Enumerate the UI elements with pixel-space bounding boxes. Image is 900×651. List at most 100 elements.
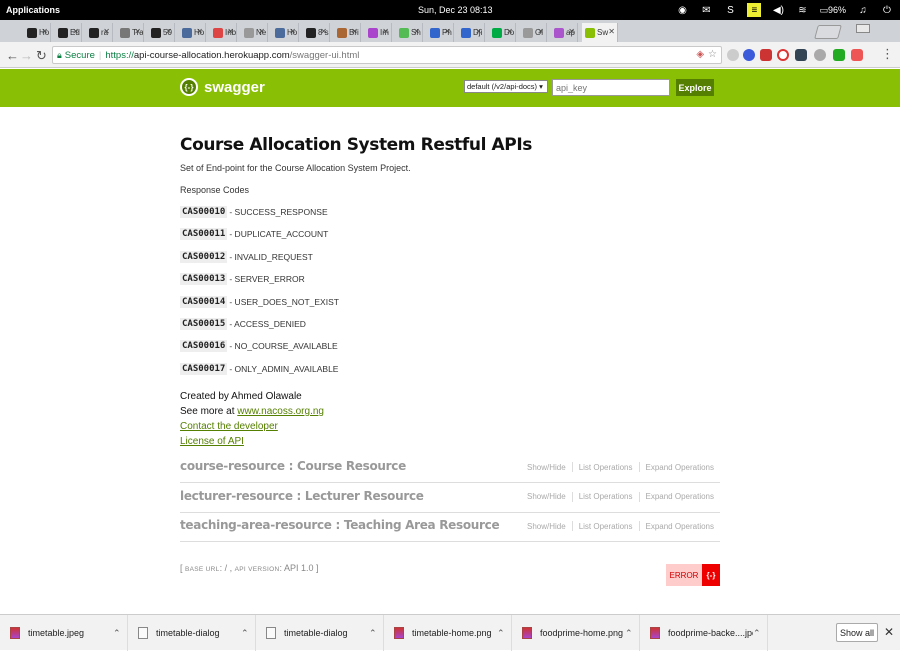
close-tab-icon[interactable]: ✕ bbox=[258, 27, 265, 36]
download-item[interactable]: timetable-home.png ⌃ bbox=[384, 615, 512, 651]
show-hide-link[interactable]: Show/Hide bbox=[527, 522, 566, 531]
browser-tab[interactable]: Bri ✕ bbox=[334, 23, 361, 42]
skype-tray-icon[interactable]: S bbox=[723, 3, 737, 17]
notifications-icon[interactable]: ♫ bbox=[856, 3, 870, 17]
system-clock[interactable]: Sun, Dec 23 08:13 bbox=[418, 5, 493, 15]
close-tab-icon[interactable]: ✕ bbox=[289, 27, 296, 36]
extension-icon[interactable] bbox=[851, 49, 863, 61]
chevron-up-icon[interactable]: ⌃ bbox=[369, 628, 383, 639]
close-tab-icon[interactable]: ✕ bbox=[165, 27, 172, 36]
download-item[interactable]: foodprime-backe....jpeg ⌃ bbox=[640, 615, 768, 651]
browser-tab[interactable]: Sw ✕ bbox=[582, 23, 618, 42]
chat-tray-icon[interactable]: ✉ bbox=[699, 3, 713, 17]
list-operations-link[interactable]: List Operations bbox=[579, 463, 633, 472]
browser-tab[interactable]: ap ✕ bbox=[551, 23, 578, 42]
extension-icon[interactable] bbox=[760, 49, 772, 61]
download-item[interactable]: foodprime-home.png ⌃ bbox=[512, 615, 640, 651]
show-all-downloads-button[interactable]: Show all bbox=[836, 623, 878, 642]
close-tab-icon[interactable]: ✕ bbox=[41, 27, 48, 36]
resource-name[interactable]: teaching-area-resource : Teaching Area R… bbox=[180, 518, 500, 532]
close-shelf-icon[interactable]: ✕ bbox=[884, 625, 894, 639]
close-tab-icon[interactable]: ✕ bbox=[103, 27, 110, 36]
battery-indicator[interactable]: ▭ 96% bbox=[819, 3, 846, 17]
close-tab-icon[interactable]: ✕ bbox=[568, 27, 575, 36]
profile-button[interactable] bbox=[856, 24, 870, 33]
browser-tab[interactable]: Tra ✕ bbox=[117, 23, 144, 42]
browser-tab[interactable]: Inb ✕ bbox=[210, 23, 237, 42]
power-icon[interactable]: ⏻ bbox=[880, 3, 894, 17]
browser-tab[interactable]: Im ✕ bbox=[365, 23, 392, 42]
chevron-up-icon[interactable]: ⌃ bbox=[241, 628, 255, 639]
download-extension-icon[interactable] bbox=[833, 49, 845, 61]
show-hide-link[interactable]: Show/Hide bbox=[527, 463, 566, 472]
close-tab-icon[interactable]: ✕ bbox=[320, 27, 327, 36]
applications-menu[interactable]: Applications bbox=[6, 5, 60, 15]
extension-shield-icon[interactable]: ◈ bbox=[696, 49, 704, 60]
notes-tray-icon[interactable]: ≡ bbox=[747, 3, 762, 17]
browser-tab[interactable]: 50 ✕ bbox=[148, 23, 175, 42]
close-tab-icon[interactable]: ✕ bbox=[134, 27, 141, 36]
chevron-up-icon[interactable]: ⌃ bbox=[625, 628, 639, 639]
browser-tab[interactable]: Do ✕ bbox=[489, 23, 516, 42]
wifi-icon[interactable]: ≋ bbox=[795, 3, 809, 17]
back-arrow-icon[interactable]: ← bbox=[6, 48, 19, 63]
close-tab-icon[interactable]: ✕ bbox=[382, 27, 389, 36]
close-tab-icon[interactable]: ✕ bbox=[351, 27, 358, 36]
download-item[interactable]: timetable-dialog ⌃ bbox=[256, 615, 384, 651]
browser-tab[interactable]: 8 s ✕ bbox=[303, 23, 330, 42]
browser-tab[interactable]: Ho ✕ bbox=[272, 23, 299, 42]
chrome-menu-icon[interactable]: ⋮ bbox=[881, 46, 894, 62]
new-tab-button[interactable] bbox=[814, 25, 842, 39]
list-operations-link[interactable]: List Operations bbox=[579, 492, 633, 501]
extension-icon[interactable] bbox=[727, 49, 739, 61]
resource-name[interactable]: lecturer-resource : Lecturer Resource bbox=[180, 489, 424, 503]
extension-icon[interactable] bbox=[743, 49, 755, 61]
download-item[interactable]: timetable.jpeg ⌃ bbox=[0, 615, 128, 651]
close-tab-icon[interactable]: ✕ bbox=[72, 27, 79, 36]
extension-icon[interactable] bbox=[795, 49, 807, 61]
expand-operations-link[interactable]: Expand Operations bbox=[646, 522, 715, 531]
chevron-up-icon[interactable]: ⌃ bbox=[753, 628, 767, 639]
validator-error-badge[interactable]: ERROR {-} bbox=[666, 564, 720, 586]
chrome-tray-icon[interactable]: ◉ bbox=[675, 3, 689, 17]
extension-icon[interactable] bbox=[814, 49, 826, 61]
browser-tab[interactable]: Ho ✕ bbox=[179, 23, 206, 42]
browser-tab[interactable]: Sh ✕ bbox=[396, 23, 423, 42]
browser-tab[interactable]: ra ✕ bbox=[86, 23, 113, 42]
browser-tab[interactable]: Dji ✕ bbox=[458, 23, 485, 42]
address-bar[interactable]: 🔒︎ Secure | https:// api-course-allocati… bbox=[52, 46, 722, 64]
swagger-logo[interactable]: {-} swagger bbox=[180, 78, 265, 96]
browser-tab[interactable]: Ed ✕ bbox=[55, 23, 82, 42]
close-tab-icon[interactable]: ✕ bbox=[506, 27, 513, 36]
chevron-up-icon[interactable]: ⌃ bbox=[113, 628, 127, 639]
close-tab-icon[interactable]: ✕ bbox=[227, 27, 234, 36]
resource-name[interactable]: course-resource : Course Resource bbox=[180, 459, 406, 473]
chevron-up-icon[interactable]: ⌃ bbox=[497, 628, 511, 639]
close-tab-icon[interactable]: ✕ bbox=[537, 27, 544, 36]
list-operations-link[interactable]: List Operations bbox=[579, 522, 633, 531]
contact-developer-link[interactable]: Contact the developer bbox=[180, 421, 278, 432]
browser-tab[interactable]: Ho ✕ bbox=[24, 23, 51, 42]
api-spec-select[interactable]: default (/v2/api-docs) ▾ bbox=[464, 80, 548, 93]
nacoss-link[interactable]: www.nacoss.org.ng bbox=[237, 406, 324, 417]
browser-tab[interactable]: Ol ✕ bbox=[520, 23, 547, 42]
close-tab-icon[interactable]: ✕ bbox=[413, 27, 420, 36]
close-tab-icon[interactable]: ✕ bbox=[475, 27, 482, 36]
browser-tab[interactable]: Ne ✕ bbox=[241, 23, 268, 42]
volume-icon[interactable]: ◀) bbox=[771, 3, 785, 17]
close-tab-icon[interactable]: ✕ bbox=[608, 27, 615, 36]
bookmark-star-icon[interactable]: ☆ bbox=[708, 49, 717, 60]
forward-arrow-icon[interactable]: → bbox=[20, 48, 33, 63]
explore-button[interactable]: Explore bbox=[676, 79, 714, 96]
extension-icon[interactable] bbox=[777, 49, 789, 61]
browser-tab[interactable]: Ph ✕ bbox=[427, 23, 454, 42]
api-key-input[interactable] bbox=[552, 79, 670, 96]
download-item[interactable]: timetable-dialog ⌃ bbox=[128, 615, 256, 651]
reload-icon[interactable]: ↻ bbox=[36, 48, 47, 64]
expand-operations-link[interactable]: Expand Operations bbox=[646, 492, 715, 501]
close-tab-icon[interactable]: ✕ bbox=[444, 27, 451, 36]
show-hide-link[interactable]: Show/Hide bbox=[527, 492, 566, 501]
license-link[interactable]: License of API bbox=[180, 436, 244, 447]
expand-operations-link[interactable]: Expand Operations bbox=[646, 463, 715, 472]
close-tab-icon[interactable]: ✕ bbox=[196, 27, 203, 36]
